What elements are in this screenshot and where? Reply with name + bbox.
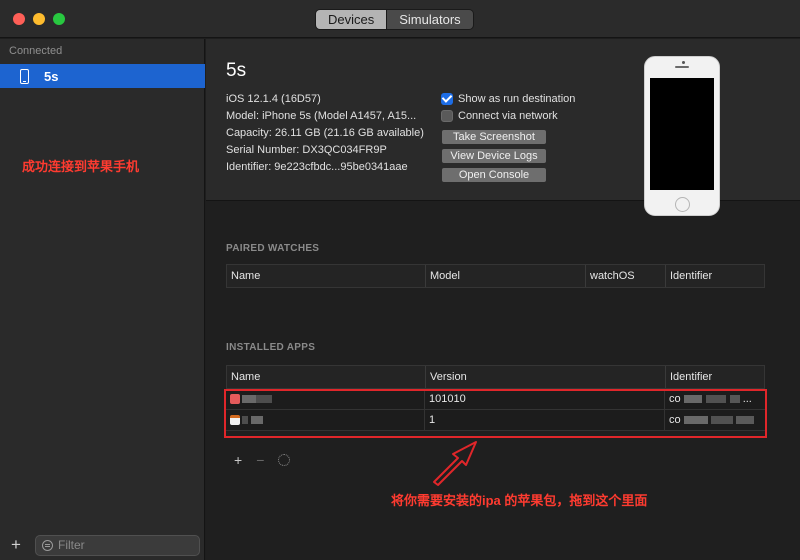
home-button [675,197,690,212]
paired-watches-header: Name Model watchOS Identifier [226,264,765,288]
remove-app-button[interactable]: − [256,452,264,468]
column-model[interactable]: Model [426,265,586,287]
paired-watches-title: PAIRED WATCHES [226,243,320,254]
maximize-window-button[interactable] [53,13,65,25]
column-name[interactable]: Name [227,366,426,388]
apps-toolbar: + − [234,452,291,468]
column-name[interactable]: Name [227,265,426,287]
filter-input[interactable] [58,538,188,552]
device-capacity: Capacity: 26.11 GB (21.16 GB available) [226,127,424,139]
column-identifier[interactable]: Identifier [666,366,764,388]
phone-screen [650,78,714,190]
show-run-destination-option[interactable]: Show as run destination [441,90,575,107]
open-console-button[interactable]: Open Console [441,167,547,183]
column-watchos[interactable]: watchOS [586,265,666,287]
show-run-destination-label: Show as run destination [458,92,576,105]
filter-field [35,534,200,556]
tab-devices[interactable]: Devices [316,10,387,29]
device-header: 5s iOS 12.1.4 (16D57) Model: iPhone 5s (… [206,39,800,216]
device-detail-pane: 5s iOS 12.1.4 (16D57) Model: iPhone 5s (… [206,39,800,560]
close-window-button[interactable] [13,13,25,25]
sidebar-item-device-5s[interactable]: 5s [0,64,205,88]
connect-network-option[interactable]: Connect via network [441,107,575,124]
filter-icon [42,539,53,551]
minimize-window-button[interactable] [33,13,45,25]
take-screenshot-button[interactable]: Take Screenshot [441,129,547,145]
sidebar-section-connected: Connected [9,45,63,57]
iphone-icon [20,68,29,84]
installed-apps-header: Name Version Identifier [226,365,765,389]
gear-icon[interactable] [278,454,291,466]
earpiece [675,66,689,68]
installed-apps-title: INSTALLED APPS [226,342,316,353]
sidebar: Connected 5s 成功连接到苹果手机 + [0,39,205,560]
device-os: iOS 12.1.4 (16D57) [226,93,321,105]
device-model: Model: iPhone 5s (Model A1457, A15... [226,110,417,122]
arrow-icon [433,441,477,486]
device-identifier: Identifier: 9e223cfbdc...95be0341aae [226,161,408,173]
devices-simulators-toggle: Devices Simulators [315,9,474,30]
iphone-image [644,56,720,216]
show-run-destination-checkbox[interactable] [441,92,453,105]
window-titlebar: Devices Simulators [0,0,800,38]
front-camera [682,61,685,64]
column-version[interactable]: Version [426,366,666,388]
paired-watches-table: Name Model watchOS Identifier [226,264,765,288]
add-app-button[interactable]: + [234,452,242,468]
device-options: Show as run destination Connect via netw… [441,90,575,183]
add-device-button[interactable]: + [11,535,25,555]
sidebar-item-label: 5s [44,68,59,84]
drag-ipa-annotation: 将你需要安装的ipa 的苹果包，拖到这个里面 [391,493,648,508]
view-device-logs-button[interactable]: View Device Logs [441,148,547,164]
device-name: 5s [226,60,247,81]
column-identifier[interactable]: Identifier [666,265,764,287]
device-info: iOS 12.1.4 (16D57) Model: iPhone 5s (Mod… [226,91,438,176]
connected-annotation: 成功连接到苹果手机 [22,159,140,174]
connect-network-label: Connect via network [458,109,558,122]
sidebar-footer: + [0,530,205,560]
installed-apps-highlight [224,389,767,438]
connect-network-checkbox[interactable] [441,109,453,122]
tab-simulators[interactable]: Simulators [386,10,473,29]
device-serial: Serial Number: DX3QC034FR9P [226,144,387,156]
